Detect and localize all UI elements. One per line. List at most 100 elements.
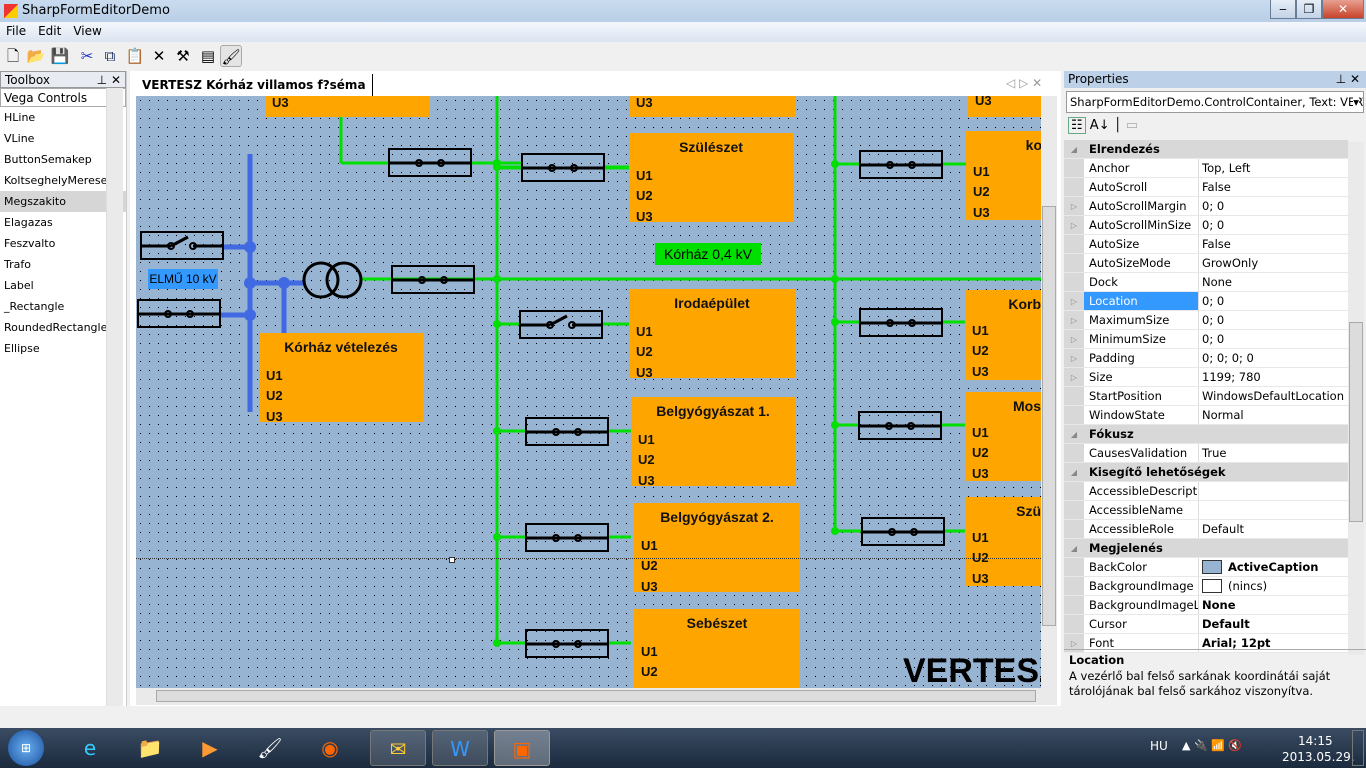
consumer-box[interactable]: Korb U1 U2 U3 [965,290,1041,380]
property-row[interactable]: Anchor Top, Left [1064,159,1348,178]
consumer-box[interactable]: U3 [629,96,795,117]
property-value[interactable]: (nincs) [1199,577,1348,595]
property-row[interactable]: ▷ Size 1199; 780 [1064,368,1348,387]
property-row[interactable]: AutoScroll False [1064,178,1348,197]
tab-document[interactable]: VERTESZ Kórház villamos f?séma [136,74,373,96]
consumer-box[interactable]: U3 [265,96,430,117]
property-value[interactable]: ActiveCaption [1199,558,1348,576]
property-row[interactable]: BackgroundImageLa None [1064,596,1348,615]
property-value[interactable]: Default [1199,615,1348,633]
media-player-icon[interactable]: ▶ [182,730,238,766]
word-icon[interactable]: W [432,730,488,766]
canvas-vscrollbar[interactable] [1041,96,1057,688]
app-icon[interactable]: 🖌 [242,730,298,766]
clock-date[interactable]: 2013.05.29. [1282,750,1355,764]
property-value[interactable]: 0; 0 [1199,197,1348,215]
property-value[interactable]: 0; 0 [1199,311,1348,329]
property-row[interactable]: ▷ MinimumSize 0; 0 [1064,330,1348,349]
property-row[interactable]: ▷ MaximumSize 0; 0 [1064,311,1348,330]
property-row[interactable]: BackgroundImage (nincs) [1064,577,1348,596]
property-row[interactable]: AutoSize False [1064,235,1348,254]
consumer-box[interactable]: SebészetU1U2U3 [634,609,800,688]
minimize-button[interactable]: ‒ [1270,0,1296,19]
language-indicator[interactable]: HU [1150,739,1168,753]
paste-icon[interactable]: 📋 [124,45,146,67]
delete-icon[interactable]: ✕ [148,45,170,67]
menu-file[interactable]: File [0,22,32,40]
expand-icon[interactable]: ▷ [1064,292,1084,310]
object-selector[interactable]: SharpFormEditorDemo.ControlContainer, Te… [1066,91,1364,113]
property-value[interactable]: WindowsDefaultLocation [1199,387,1348,405]
menu-view[interactable]: View [67,22,107,40]
outlook-icon[interactable]: ✉ [370,730,426,766]
property-row[interactable]: Cursor Default [1064,615,1348,634]
pin-icon[interactable]: ⊥ ✕ [97,72,125,89]
tools-icon[interactable]: ⚒ [172,45,194,67]
property-row[interactable]: AccessibleDescriptio [1064,482,1348,501]
expand-icon[interactable]: ▷ [1064,349,1084,367]
property-value[interactable]: Normal [1199,406,1348,424]
property-row[interactable]: CausesValidation True [1064,444,1348,463]
consumer-box[interactable]: Irodaépület U1 U2 U3 [629,289,795,380]
expand-icon[interactable]: ▷ [1064,311,1084,329]
property-value[interactable]: 0; 0 [1199,330,1348,348]
expand-icon[interactable]: ▷ [1064,216,1084,234]
property-row[interactable]: AccessibleName [1064,501,1348,520]
collapse-icon[interactable]: ◢ [1064,140,1084,158]
property-row[interactable]: AutoSizeMode GrowOnly [1064,254,1348,273]
property-category[interactable]: ◢ Megjelenés [1064,539,1348,558]
property-value[interactable]: None [1199,596,1348,614]
consumer-box[interactable]: Mos U1 U2 U3 [965,392,1041,481]
consumer-box[interactable]: Belgyógyászat 1. U1 U2 U3 [631,397,795,488]
property-value[interactable]: 0; 0; 0; 0 [1199,349,1348,367]
property-value[interactable]: None [1199,273,1348,291]
property-pages-icon[interactable]: ▭ [1126,118,1138,133]
company-label[interactable]: VERTESZ [903,652,1041,688]
property-value[interactable]: 0; 0 [1199,216,1348,234]
resize-handle[interactable] [449,557,455,563]
property-row[interactable]: StartPosition WindowsDefaultLocation [1064,387,1348,406]
diagram-canvas[interactable]: U3 U3 U3 Szülészet U1 U2 U3 ko U1 U2 U3 Irodaépület… [136,96,1041,688]
canvas-hscrollbar[interactable] [136,688,1057,705]
toolbox-scrollbar[interactable] [106,88,123,706]
menu-edit[interactable]: Edit [32,22,67,40]
property-category[interactable]: ◢ Kisegítő lehetőségek [1064,463,1348,482]
consumer-box[interactable]: Szülészet U1 U2 U3 [629,133,793,224]
copy-icon[interactable]: ⧉ [99,45,121,67]
save-icon[interactable]: 💾 [49,45,71,67]
tray-icons[interactable]: ▲ 🔌 📶 🔇 [1182,739,1242,752]
maximize-button[interactable]: ❐ [1296,0,1322,19]
property-value[interactable]: 0; 0 [1199,292,1348,310]
collapse-icon[interactable]: ◢ [1064,539,1084,557]
property-row[interactable]: BackColor ActiveCaption [1064,558,1348,577]
property-value[interactable]: False [1199,178,1348,196]
consumer-box[interactable]: ko U1 U2 U3 [966,131,1041,220]
property-row[interactable]: AccessibleRole Default [1064,520,1348,539]
sort-alpha-icon[interactable]: A↓ [1090,118,1110,133]
cut-icon[interactable]: ✂ [76,45,98,67]
firefox-icon[interactable]: ◉ [302,730,358,766]
consumer-box[interactable]: Belgyógyászat 2. U1 U2 U3 [634,503,800,594]
property-value[interactable]: Top, Left [1199,159,1348,177]
properties-scrollbar[interactable] [1348,142,1364,655]
property-row[interactable]: WindowState Normal [1064,406,1348,425]
property-value[interactable]: False [1199,235,1348,253]
close-button[interactable]: ✕ [1322,0,1364,19]
property-value[interactable]: Default [1199,520,1348,538]
expand-icon[interactable]: ▷ [1064,330,1084,348]
consumer-box[interactable]: U3 [968,96,1041,117]
property-row[interactable]: ▷ Padding 0; 0; 0; 0 [1064,349,1348,368]
paint-icon[interactable]: 🖌 [220,45,242,67]
clock-time[interactable]: 14:15 [1298,734,1333,748]
consumer-box[interactable]: Kórház vételezés U1 U2 U3 [259,333,423,424]
show-desktop-button[interactable] [1352,730,1364,766]
ie-icon[interactable]: e [62,730,118,766]
property-row[interactable]: ▷ Location 0; 0 [1064,292,1348,311]
collapse-icon[interactable]: ◢ [1064,463,1084,481]
property-value[interactable] [1199,482,1348,500]
property-category[interactable]: ◢ Elrendezés [1064,140,1348,159]
property-value[interactable]: GrowOnly [1199,254,1348,272]
source-label[interactable]: ELMŰ 10 kV [148,269,218,289]
expand-icon[interactable]: ▷ [1064,368,1084,386]
collapse-icon[interactable]: ◢ [1064,425,1084,443]
